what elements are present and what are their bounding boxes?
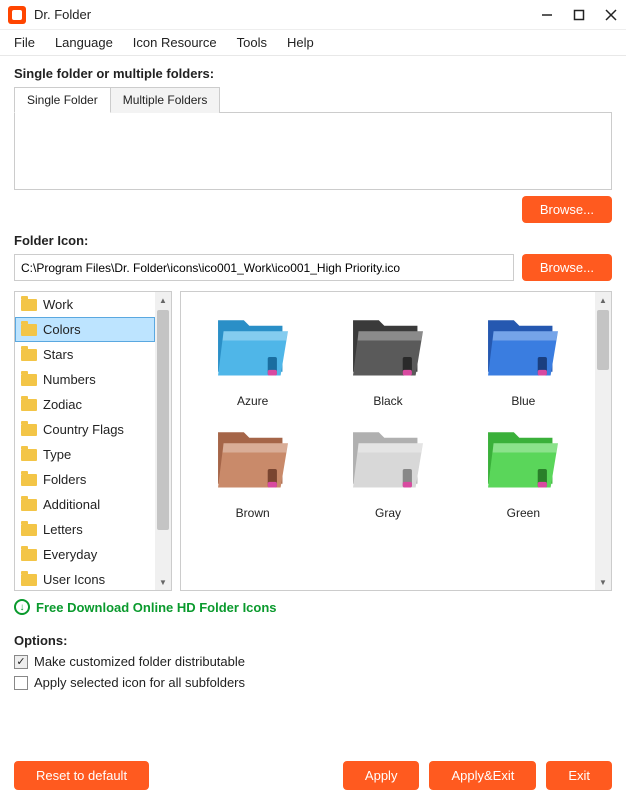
folder-icon-label: Folder Icon:: [14, 233, 612, 248]
scroll-down-icon[interactable]: ▼: [155, 574, 171, 590]
category-item-additional[interactable]: Additional: [15, 492, 155, 517]
category-label: Zodiac: [43, 397, 82, 412]
folder-icon: [21, 474, 37, 486]
exit-button[interactable]: Exit: [546, 761, 612, 790]
category-item-stars[interactable]: Stars: [15, 342, 155, 367]
category-label: Everyday: [43, 547, 97, 562]
icon-black[interactable]: Black: [324, 300, 451, 408]
category-item-user-icons[interactable]: User Icons: [15, 567, 155, 590]
icon-label: Azure: [237, 394, 268, 408]
icon-scrollbar[interactable]: ▲ ▼: [595, 292, 611, 590]
scroll-thumb[interactable]: [157, 310, 169, 530]
icon-brown[interactable]: Brown: [189, 412, 316, 520]
checkbox-subfolders[interactable]: [14, 676, 28, 690]
option-distributable-label: Make customized folder distributable: [34, 654, 245, 669]
category-item-colors[interactable]: Colors: [15, 317, 155, 342]
category-item-country-flags[interactable]: Country Flags: [15, 417, 155, 442]
icon-green[interactable]: Green: [460, 412, 587, 520]
icon-label: Brown: [236, 506, 270, 520]
category-item-letters[interactable]: Letters: [15, 517, 155, 542]
scroll-thumb[interactable]: [597, 310, 609, 370]
icon-label: Gray: [375, 506, 401, 520]
category-label: Type: [43, 447, 71, 462]
checkbox-distributable[interactable]: ✓: [14, 655, 28, 669]
menu-help[interactable]: Help: [279, 33, 322, 52]
folder-icon: [21, 524, 37, 536]
download-icon: ↓: [14, 599, 30, 615]
single-multiple-label: Single folder or multiple folders:: [14, 66, 612, 81]
category-label: Country Flags: [43, 422, 124, 437]
category-label: Letters: [43, 522, 83, 537]
menubar: File Language Icon Resource Tools Help: [0, 30, 626, 56]
download-link-text: Free Download Online HD Folder Icons: [36, 600, 277, 615]
tab-single-folder[interactable]: Single Folder: [14, 87, 111, 113]
browse-folder-button[interactable]: Browse...: [522, 196, 612, 223]
folder-icon: [21, 424, 37, 436]
folder-mode-tabs: Single Folder Multiple Folders: [14, 87, 612, 113]
category-label: Folders: [43, 472, 86, 487]
folder-preview-icon: [477, 300, 569, 392]
icon-gray[interactable]: Gray: [324, 412, 451, 520]
category-panel: Work Colors Stars Numbers Zodiac Country Flag…: [14, 291, 172, 591]
close-button[interactable]: [604, 8, 618, 22]
category-label: Stars: [43, 347, 73, 362]
category-item-work[interactable]: Work: [15, 292, 155, 317]
menu-language[interactable]: Language: [47, 33, 121, 52]
options-label: Options:: [14, 633, 612, 648]
scroll-up-icon[interactable]: ▲: [595, 292, 611, 308]
folder-icon: [21, 449, 37, 461]
category-label: Work: [43, 297, 73, 312]
category-scrollbar[interactable]: ▲ ▼: [155, 292, 171, 590]
icon-azure[interactable]: Azure: [189, 300, 316, 408]
folder-preview-icon: [342, 300, 434, 392]
folder-preview-icon: [477, 412, 569, 504]
minimize-button[interactable]: [540, 8, 554, 22]
bottom-bar: Reset to default Apply Apply&Exit Exit: [14, 761, 612, 790]
folder-icon: [21, 549, 37, 561]
maximize-button[interactable]: [572, 8, 586, 22]
apply-button[interactable]: Apply: [343, 761, 420, 790]
icon-label: Black: [373, 394, 402, 408]
folder-icon: [21, 399, 37, 411]
menu-icon-resource[interactable]: Icon Resource: [125, 33, 225, 52]
icon-blue[interactable]: Blue: [460, 300, 587, 408]
folder-icon: [21, 349, 37, 361]
category-label: User Icons: [43, 572, 105, 587]
icon-label: Blue: [511, 394, 535, 408]
category-label: Additional: [43, 497, 100, 512]
menu-tools[interactable]: Tools: [229, 33, 275, 52]
icon-grid-panel: Azure Black Blue Brown Gray Green ▲ ▼: [180, 291, 612, 591]
folder-icon: [21, 374, 37, 386]
scroll-down-icon[interactable]: ▼: [595, 574, 611, 590]
category-item-numbers[interactable]: Numbers: [15, 367, 155, 392]
menu-file[interactable]: File: [6, 33, 43, 52]
icon-label: Green: [507, 506, 540, 520]
scroll-up-icon[interactable]: ▲: [155, 292, 171, 308]
folder-preview-icon: [207, 412, 299, 504]
option-subfolders-label: Apply selected icon for all subfolders: [34, 675, 245, 690]
download-icons-link[interactable]: ↓ Free Download Online HD Folder Icons: [14, 599, 612, 615]
apply-exit-button[interactable]: Apply&Exit: [429, 761, 536, 790]
category-item-everyday[interactable]: Everyday: [15, 542, 155, 567]
category-label: Numbers: [43, 372, 96, 387]
folder-icon: [21, 499, 37, 511]
folder-icon: [21, 324, 37, 336]
folder-path-box[interactable]: [14, 112, 612, 190]
app-title: Dr. Folder: [34, 7, 540, 22]
folder-preview-icon: [342, 412, 434, 504]
folder-preview-icon: [207, 300, 299, 392]
app-icon: [8, 6, 26, 24]
category-label: Colors: [43, 322, 81, 337]
icon-path-input[interactable]: [14, 254, 514, 281]
titlebar: Dr. Folder: [0, 0, 626, 30]
tab-multiple-folders[interactable]: Multiple Folders: [111, 87, 221, 113]
folder-icon: [21, 574, 37, 586]
category-item-folders[interactable]: Folders: [15, 467, 155, 492]
browse-icon-button[interactable]: Browse...: [522, 254, 612, 281]
category-item-type[interactable]: Type: [15, 442, 155, 467]
reset-button[interactable]: Reset to default: [14, 761, 149, 790]
folder-icon: [21, 299, 37, 311]
category-item-zodiac[interactable]: Zodiac: [15, 392, 155, 417]
